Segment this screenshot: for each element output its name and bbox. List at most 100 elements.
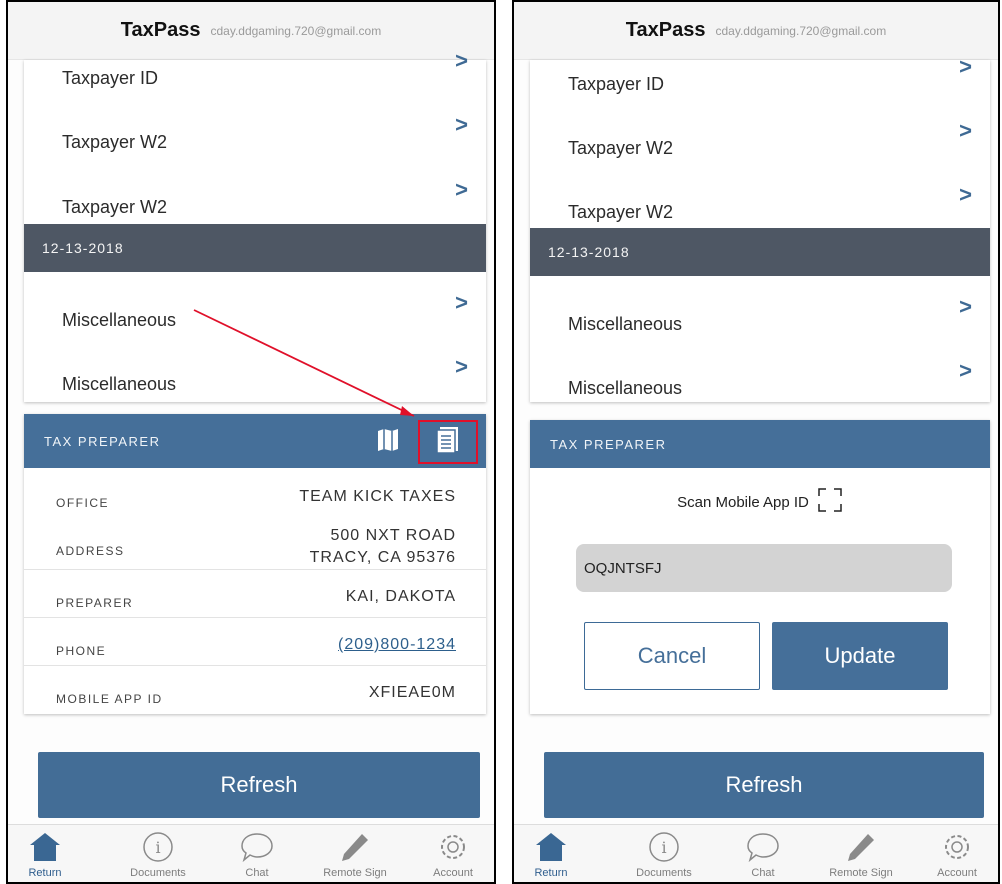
document-label: Miscellaneous — [62, 310, 177, 330]
phone-row: PHONE (209)800-1234 — [24, 618, 486, 666]
document-row-taxpayer-id[interactable]: Taxpayer ID > — [24, 48, 486, 118]
tax-preparer-header: TAX PREPARER — [530, 420, 990, 468]
tab-label: Remote Sign — [829, 867, 893, 879]
svg-text:i: i — [155, 838, 160, 857]
document-label: Taxpayer ID — [568, 74, 665, 94]
tax-preparer-card: TAX PREPARER OFFICE TEAM KICK TAXES ADDR… — [24, 414, 486, 714]
gear-icon — [940, 831, 974, 863]
home-icon — [534, 831, 568, 863]
scan-label: Scan Mobile App ID — [677, 493, 809, 511]
document-row-taxpayer-w2[interactable]: Taxpayer W2 > — [24, 112, 486, 182]
chevron-right-icon: > — [455, 112, 468, 137]
tab-label: Chat — [245, 867, 269, 879]
document-row-miscellaneous[interactable]: Miscellaneous > — [24, 290, 486, 360]
scan-mobile-app-id[interactable]: Scan Mobile App ID — [530, 484, 990, 520]
tab-label: Account — [937, 867, 977, 879]
svg-text:i: i — [661, 838, 666, 857]
mobile-app-id-input[interactable] — [576, 544, 952, 592]
document-label: Miscellaneous — [62, 374, 177, 394]
user-email: cday.ddgaming.720@gmail.com — [715, 23, 887, 38]
chat-bubble-icon — [240, 831, 274, 863]
tab-label: Chat — [751, 867, 775, 879]
document-row-taxpayer-w2[interactable]: Taxpayer W2 > — [530, 118, 990, 188]
bottom-tab-bar: Return i Documents Chat Remote Sign Acco… — [514, 824, 998, 882]
document-row-miscellaneous[interactable]: Miscellaneous > — [530, 294, 990, 364]
preparer-label: PREPARER — [56, 596, 134, 610]
info-icon: i — [141, 831, 175, 863]
mobile-app-id-value: XFIEAE0M — [368, 684, 456, 701]
right-screenshot: TaxPass cday.ddgaming.720@gmail.com Taxp… — [512, 0, 1000, 884]
tab-label: Remote Sign — [323, 867, 387, 879]
app-title: TaxPass — [625, 19, 706, 41]
chat-bubble-icon — [746, 831, 780, 863]
document-label: Taxpayer W2 — [568, 202, 674, 222]
refresh-button[interactable]: Refresh — [38, 752, 480, 818]
tab-return[interactable]: Return — [8, 825, 90, 882]
tab-chat[interactable]: Chat — [718, 825, 808, 882]
document-row-miscellaneous[interactable]: Miscellaneous > — [530, 358, 990, 428]
pencil-icon — [844, 831, 878, 863]
tab-label: Return — [534, 867, 568, 879]
tab-chat[interactable]: Chat — [212, 825, 302, 882]
chevron-right-icon: > — [455, 354, 468, 379]
address-label: ADDRESS — [56, 544, 125, 558]
tax-preparer-header: TAX PREPARER — [24, 414, 486, 468]
gear-icon — [436, 831, 470, 863]
app-title: TaxPass — [120, 19, 201, 41]
office-value: TEAM KICK TAXES — [299, 488, 456, 505]
scan-frame-icon — [817, 487, 843, 517]
app-header: TaxPass cday.ddgaming.720@gmail.com — [8, 2, 494, 60]
app-header: TaxPass cday.ddgaming.720@gmail.com — [514, 2, 998, 60]
pencil-icon — [338, 831, 372, 863]
tab-documents[interactable]: i Documents — [619, 825, 709, 882]
tab-account[interactable]: Account — [912, 825, 998, 882]
update-button[interactable]: Update — [772, 622, 948, 690]
mobile-app-id-row: MOBILE APP ID XFIEAE0M — [24, 666, 486, 714]
tab-remote-sign[interactable]: Remote Sign — [310, 825, 400, 882]
documents-list: Taxpayer ID > Taxpayer W2 > Taxpayer W2 … — [24, 48, 486, 402]
refresh-button[interactable]: Refresh — [544, 752, 984, 818]
document-label: Taxpayer W2 — [568, 138, 674, 158]
document-label: Taxpayer W2 — [62, 132, 168, 152]
phone-label: PHONE — [56, 644, 107, 658]
document-label: Miscellaneous — [568, 314, 683, 334]
document-row-taxpayer-id[interactable]: Taxpayer ID > — [530, 54, 990, 124]
date-group-header: 12-13-2018 — [530, 228, 990, 276]
tab-documents[interactable]: i Documents — [113, 825, 203, 882]
section-title: TAX PREPARER — [44, 433, 161, 449]
preparer-value: KAI, DAKOTA — [345, 588, 456, 605]
info-icon: i — [647, 831, 681, 863]
document-label: Miscellaneous — [568, 378, 683, 398]
mobile-app-id-label: MOBILE APP ID — [56, 692, 163, 706]
address-line1: 500 NXT ROAD — [330, 527, 456, 544]
bottom-tab-bar: Return i Documents Chat Remote Sign Acco… — [8, 824, 494, 882]
tab-account[interactable]: Account — [408, 825, 494, 882]
annotation-highlight-box — [418, 420, 478, 464]
tab-label: Documents — [130, 867, 186, 879]
document-label: Taxpayer W2 — [62, 197, 168, 217]
user-email: cday.ddgaming.720@gmail.com — [210, 23, 382, 38]
map-icon[interactable] — [372, 424, 404, 456]
tab-label: Account — [433, 867, 473, 879]
preparer-row: PREPARER KAI, DAKOTA — [24, 570, 486, 618]
chevron-right-icon: > — [959, 54, 972, 79]
document-label: Taxpayer ID — [62, 68, 159, 88]
chevron-right-icon: > — [455, 48, 468, 73]
address-value: 500 NXT ROAD TRACY, CA 95376 — [310, 525, 456, 569]
tab-return[interactable]: Return — [514, 825, 596, 882]
chevron-right-icon: > — [959, 358, 972, 383]
chevron-right-icon: > — [455, 177, 468, 202]
address-line2: TRACY, CA 95376 — [309, 549, 456, 566]
office-label: OFFICE — [56, 496, 109, 510]
phone-link[interactable]: (209)800-1234 — [338, 634, 456, 656]
tab-remote-sign[interactable]: Remote Sign — [816, 825, 906, 882]
chevron-right-icon: > — [455, 290, 468, 315]
office-row: OFFICE TEAM KICK TAXES — [24, 474, 486, 526]
section-title: TAX PREPARER — [550, 436, 667, 452]
documents-list: Taxpayer ID > Taxpayer W2 > Taxpayer W2 … — [530, 54, 990, 402]
cancel-button[interactable]: Cancel — [584, 622, 760, 690]
address-row: ADDRESS 500 NXT ROAD TRACY, CA 95376 — [24, 526, 486, 570]
left-screenshot: TaxPass cday.ddgaming.720@gmail.com Taxp… — [6, 0, 496, 884]
home-icon — [28, 831, 62, 863]
date-group-header: 12-13-2018 — [24, 224, 486, 272]
